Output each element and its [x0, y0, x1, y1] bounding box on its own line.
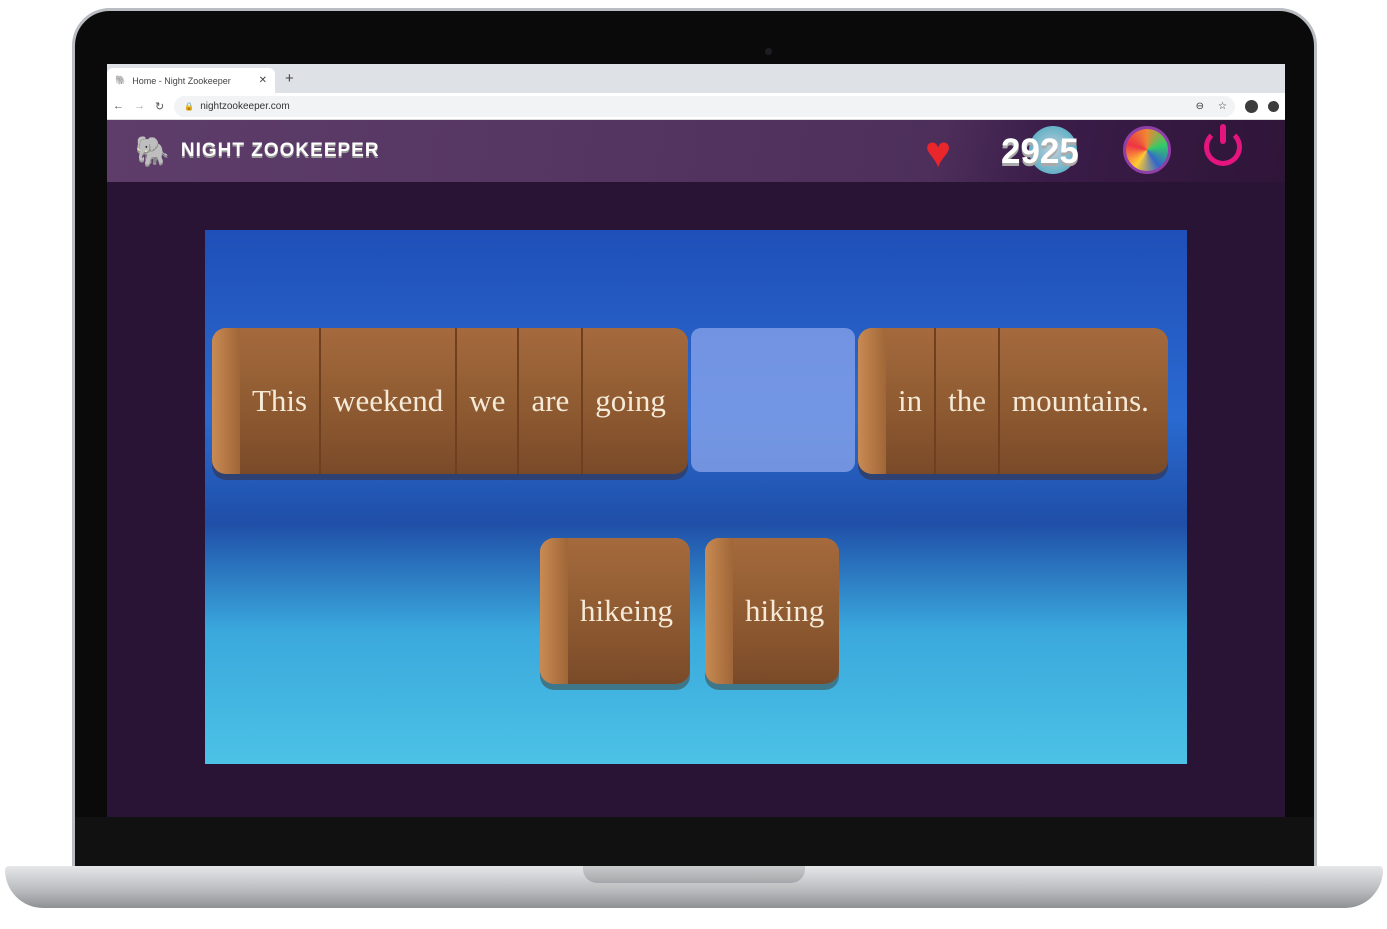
- word: weekend: [319, 328, 455, 474]
- option-word: hiking: [745, 593, 825, 628]
- camera: [765, 48, 772, 55]
- word: going: [581, 328, 678, 474]
- tab-title: Home - Night Zookeeper: [132, 75, 231, 86]
- url-field[interactable]: 🔒 nightzookeeper.com ⊖ ☆: [174, 95, 1235, 117]
- site-header: 🐘 NIGHT ZOOKEEPER ♥ 2925: [107, 120, 1285, 182]
- logo-text: NIGHT ZOOKEEPER: [180, 139, 380, 161]
- log-end: [858, 328, 886, 474]
- score: 2925: [1001, 132, 1079, 171]
- word: in: [898, 383, 923, 418]
- new-tab-button[interactable]: +: [285, 70, 294, 87]
- screen: 🐘 Home - Night Zookeeper ✕ + ← → ↻ 🔒 nig…: [107, 64, 1285, 817]
- option-word: hikeing: [580, 593, 673, 628]
- answer-drop-slot[interactable]: [691, 328, 855, 472]
- avatar[interactable]: [1123, 126, 1171, 174]
- option-log[interactable]: hikeing: [540, 538, 690, 684]
- log-end: [212, 328, 240, 474]
- word: This: [252, 383, 308, 418]
- word: the: [934, 328, 998, 474]
- extension-icon[interactable]: [1268, 100, 1279, 112]
- tab-bar: 🐘 Home - Night Zookeeper ✕ +: [107, 64, 1285, 93]
- sentence-log-end: in the mountains.: [858, 328, 1168, 474]
- forward-icon[interactable]: →: [134, 100, 145, 112]
- logo[interactable]: 🐘 NIGHT ZOOKEEPER: [135, 134, 380, 167]
- reload-icon[interactable]: ↻: [155, 100, 164, 113]
- log-end: [540, 538, 568, 684]
- option-log[interactable]: hiking: [705, 538, 839, 684]
- word: mountains.: [998, 328, 1161, 474]
- power-icon[interactable]: [1204, 124, 1242, 166]
- heart-icon[interactable]: ♥: [925, 128, 951, 178]
- elephant-logo-icon: 🐘: [135, 135, 171, 166]
- game-area: This weekend we are going in the mountai…: [205, 230, 1187, 764]
- word: are: [517, 328, 581, 474]
- profile-icon[interactable]: [1245, 99, 1258, 113]
- bookmark-star-icon[interactable]: ☆: [1218, 101, 1227, 112]
- address-bar-row: ← → ↻ 🔒 nightzookeeper.com ⊖ ☆: [107, 93, 1285, 120]
- browser-tab[interactable]: 🐘 Home - Night Zookeeper ✕: [107, 68, 275, 93]
- close-tab-icon[interactable]: ✕: [259, 75, 267, 86]
- lock-icon: 🔒: [184, 101, 195, 111]
- word: we: [455, 328, 517, 474]
- back-icon[interactable]: ←: [113, 100, 124, 112]
- laptop-chin: [75, 817, 1314, 867]
- laptop-notch: [583, 866, 805, 883]
- sentence-log-start: This weekend we are going: [212, 328, 688, 474]
- zoom-icon[interactable]: ⊖: [1196, 101, 1204, 112]
- elephant-favicon-icon: 🐘: [115, 75, 127, 85]
- url-text: nightzookeeper.com: [200, 100, 290, 112]
- log-end: [705, 538, 733, 684]
